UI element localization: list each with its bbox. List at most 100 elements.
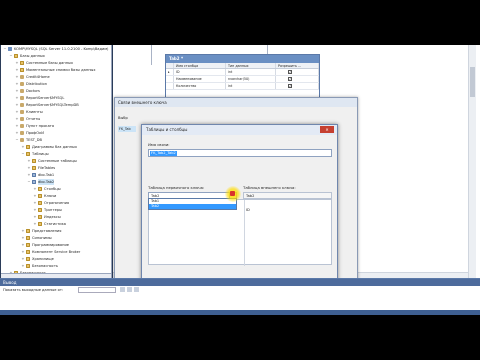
table-row[interactable]: Наименование nvarchar(50) ✓ bbox=[166, 76, 319, 83]
output-tool-icon[interactable] bbox=[134, 287, 139, 292]
column-name-cell[interactable]: Количество bbox=[174, 83, 226, 89]
collapse-icon[interactable]: − bbox=[3, 47, 7, 51]
collapse-icon[interactable]: − bbox=[21, 152, 25, 156]
expand-icon[interactable]: + bbox=[15, 131, 19, 135]
data-type-cell[interactable]: nvarchar(50) bbox=[226, 76, 276, 82]
expand-icon[interactable]: + bbox=[15, 89, 19, 93]
allow-nulls-cell[interactable]: ✓ bbox=[276, 69, 319, 75]
tree-node[interactable]: + Диаграммы баз данных bbox=[21, 144, 77, 150]
output-source-select[interactable] bbox=[78, 287, 116, 293]
collapse-icon[interactable]: − bbox=[15, 138, 19, 142]
dropdown-option[interactable]: Tab2 bbox=[149, 204, 236, 209]
output-tool-icon[interactable] bbox=[127, 287, 132, 292]
output-tool-icon[interactable] bbox=[120, 287, 125, 292]
tree-node[interactable]: + Столбцы bbox=[33, 186, 61, 192]
expand-icon[interactable]: + bbox=[21, 257, 25, 261]
expand-icon[interactable]: + bbox=[15, 117, 19, 121]
expand-icon[interactable]: + bbox=[15, 103, 19, 107]
db-icon bbox=[20, 131, 24, 135]
tree-node[interactable]: + Хранилище bbox=[21, 256, 54, 262]
column-name-cell[interactable]: ID bbox=[174, 69, 226, 75]
tree-node[interactable]: + Системные таблицы bbox=[27, 158, 77, 164]
tree-node[interactable]: − TEST_DB bbox=[15, 137, 42, 143]
tree-node[interactable]: + Отчеты bbox=[15, 116, 40, 122]
tree-node[interactable]: + Программирование bbox=[21, 242, 69, 248]
tree-node[interactable]: + FileTables bbox=[27, 165, 55, 171]
expand-icon[interactable]: + bbox=[21, 145, 25, 149]
column-header-name: Имя столбца bbox=[174, 63, 226, 68]
relationship-name-value: FK_Tab2_Tab2 bbox=[150, 151, 177, 156]
tree-node[interactable]: + dbo.Tab1 bbox=[27, 172, 54, 178]
tree-node[interactable]: + Системные базы данных bbox=[15, 60, 73, 66]
tree-node-label: Представления bbox=[32, 229, 62, 233]
close-button[interactable]: ✕ bbox=[320, 126, 334, 133]
expand-icon[interactable]: + bbox=[33, 194, 37, 198]
relationship-list-item[interactable]: FK_Tab bbox=[118, 126, 136, 132]
expand-icon[interactable]: + bbox=[27, 159, 31, 163]
expand-icon[interactable]: + bbox=[15, 68, 19, 72]
tree-node[interactable]: + ReportServer$MYSQL bbox=[15, 95, 64, 101]
tree-node[interactable]: + Пункт проката bbox=[15, 123, 54, 129]
ssms-window: − KOMP\MYSQL (SQL Server 11.0.2100 - Komp… bbox=[0, 45, 480, 315]
tree-node[interactable]: + Синонимы bbox=[21, 235, 52, 241]
expand-icon[interactable]: + bbox=[33, 201, 37, 205]
data-type-cell[interactable]: int bbox=[226, 69, 276, 75]
expand-icon[interactable]: + bbox=[21, 264, 25, 268]
tree-node[interactable]: + Distribution bbox=[15, 81, 47, 87]
tree-node[interactable]: + Моментальные снимки базы данных bbox=[15, 67, 96, 73]
expand-icon[interactable]: + bbox=[27, 166, 31, 170]
tree-node-label: Ограничения bbox=[44, 201, 70, 205]
scrollbar-thumb[interactable] bbox=[470, 67, 475, 97]
tree-node[interactable]: + Представления bbox=[21, 228, 61, 234]
expand-icon[interactable]: + bbox=[33, 215, 37, 219]
expand-icon[interactable]: + bbox=[21, 236, 25, 240]
expand-icon[interactable]: + bbox=[33, 187, 37, 191]
expand-icon[interactable]: + bbox=[33, 208, 37, 212]
relationship-name-input[interactable]: FK_Tab2_Tab2 bbox=[148, 149, 332, 157]
tree-node[interactable]: + Credit4Home bbox=[15, 74, 50, 80]
expand-icon[interactable]: + bbox=[21, 229, 25, 233]
tree-node[interactable]: − Таблицы bbox=[21, 151, 49, 157]
allow-nulls-checkbox[interactable]: ✓ bbox=[288, 84, 292, 88]
expand-icon[interactable]: + bbox=[15, 110, 19, 114]
tree-node[interactable]: + Индексы bbox=[33, 214, 61, 220]
expand-icon[interactable]: + bbox=[15, 82, 19, 86]
table-row[interactable]: Количество int ✓ bbox=[166, 83, 319, 90]
tree-node-label: Doctors bbox=[26, 89, 40, 93]
expand-icon[interactable]: + bbox=[21, 250, 25, 254]
table-icon bbox=[32, 180, 36, 184]
primary-key-table-dropdown[interactable]: Tab1 Tab2 bbox=[148, 198, 237, 210]
allow-nulls-checkbox[interactable]: ✓ bbox=[288, 77, 292, 81]
tree-node[interactable]: + Статистика bbox=[33, 221, 66, 227]
tree-node-label: FileTables bbox=[38, 166, 56, 170]
allow-nulls-cell[interactable]: ✓ bbox=[276, 83, 319, 89]
expand-icon[interactable]: + bbox=[15, 75, 19, 79]
tree-node[interactable]: + Триггеры bbox=[33, 207, 62, 213]
expand-icon[interactable]: + bbox=[21, 243, 25, 247]
tree-node[interactable]: − Базы данных bbox=[9, 53, 45, 59]
expand-icon[interactable]: + bbox=[15, 96, 19, 100]
tree-node[interactable]: + Компонент Service Broker bbox=[21, 249, 80, 255]
tree-node[interactable]: + ReportServer$MYSQLTempDB bbox=[15, 102, 79, 108]
tree-node[interactable]: + Клиенты bbox=[15, 109, 43, 115]
allow-nulls-checkbox[interactable]: ✓ bbox=[288, 70, 292, 74]
tree-node[interactable]: + Doctors bbox=[15, 88, 40, 94]
tree-node[interactable]: + Ключи bbox=[33, 193, 56, 199]
vertical-scrollbar[interactable] bbox=[468, 45, 476, 278]
foreign-key-column-cell[interactable]: ID bbox=[246, 208, 250, 212]
tree-node[interactable]: + Безопасность bbox=[21, 263, 58, 269]
tree-node[interactable]: + ПрофОкИ bbox=[15, 130, 44, 136]
collapse-icon[interactable]: − bbox=[9, 54, 13, 58]
column-name-cell[interactable]: Наименование bbox=[174, 76, 226, 82]
tree-node[interactable]: − dbo.Tab2 bbox=[27, 179, 55, 185]
allow-nulls-cell[interactable]: ✓ bbox=[276, 76, 319, 82]
expand-icon[interactable]: + bbox=[33, 222, 37, 226]
tree-node[interactable]: − KOMP\MYSQL (SQL Server 11.0.2100 - Komp… bbox=[3, 46, 108, 52]
collapse-icon[interactable]: − bbox=[27, 180, 31, 184]
expand-icon[interactable]: + bbox=[15, 124, 19, 128]
expand-icon[interactable]: + bbox=[27, 173, 31, 177]
table-row[interactable]: ▸ ID int ✓ bbox=[166, 69, 319, 76]
expand-icon[interactable]: + bbox=[15, 61, 19, 65]
tree-node[interactable]: + Ограничения bbox=[33, 200, 69, 206]
data-type-cell[interactable]: int bbox=[226, 83, 276, 89]
